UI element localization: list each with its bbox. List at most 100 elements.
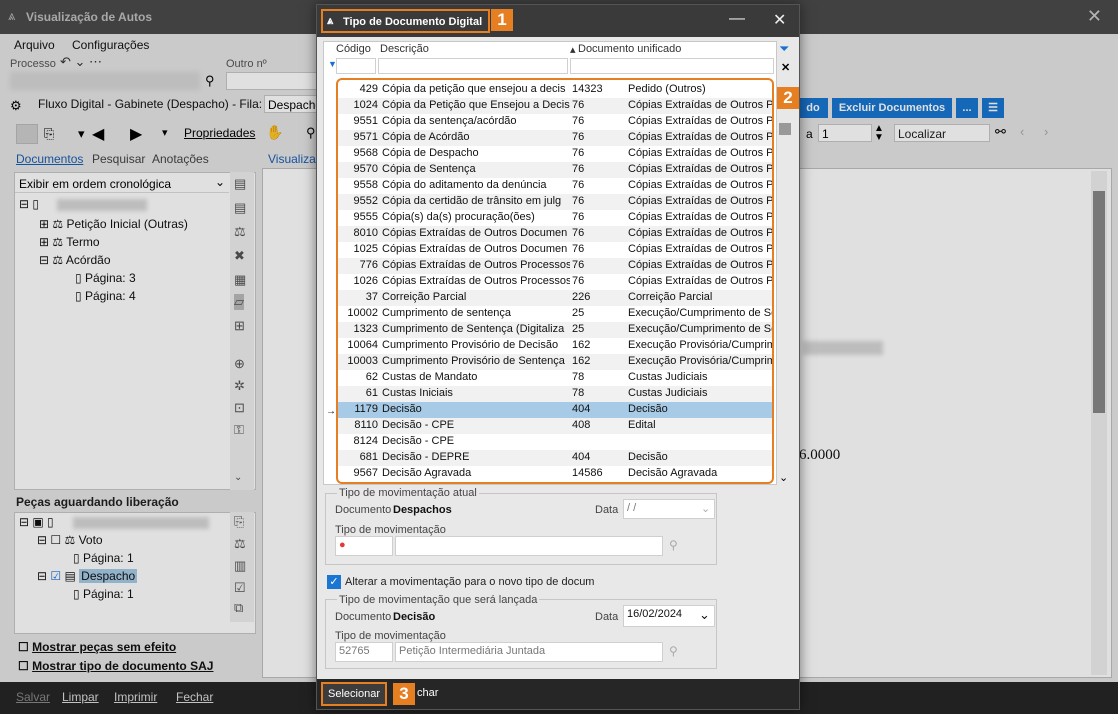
localizar-input[interactable]: Localizar bbox=[894, 124, 990, 142]
pecas-root-icon[interactable]: ⊟ ▣ ▯ bbox=[19, 515, 54, 529]
table-row[interactable]: 61 Custas Iniciais 78 Custas Judiciais bbox=[338, 386, 772, 402]
table-row[interactable]: 10002 Cumprimento de sentença 25 Execução/C… bbox=[338, 306, 772, 322]
lock-icon[interactable]: ⚿ bbox=[234, 422, 244, 438]
pecas-action-3[interactable]: ▥ bbox=[234, 558, 246, 574]
menu-configuracoes[interactable]: Configurações bbox=[72, 38, 149, 52]
pecas-item-voto[interactable]: ⊟ ☐ ⚖ Voto bbox=[37, 533, 103, 547]
filter-codigo[interactable] bbox=[336, 58, 376, 74]
tab-anotacoes[interactable]: Anotações bbox=[152, 152, 209, 166]
action-icon-6[interactable]: ⊞ bbox=[234, 318, 245, 334]
atual-mov-search-icon[interactable]: ⚲ bbox=[669, 538, 678, 552]
table-row[interactable]: 9570 Cópia de Sentença 76 Cópias Extraídas … bbox=[338, 162, 772, 178]
selecionar-button[interactable]: Selecionar bbox=[321, 682, 387, 706]
table-row[interactable]: 8110 Decisão - CPE 408 Edital bbox=[338, 418, 772, 434]
scroll-down-icon[interactable]: ⌄ bbox=[234, 472, 242, 483]
search-icon[interactable]: ⚲ bbox=[205, 73, 215, 89]
chevron-down-icon[interactable]: ⌄ bbox=[215, 175, 225, 189]
hand-icon[interactable]: ✋ bbox=[266, 124, 283, 141]
tree-item-acordao[interactable]: ⊟ ⚖ Acórdão bbox=[39, 253, 111, 267]
table-row[interactable]: 429 Cópia da petição que ensejou a decis 1… bbox=[338, 82, 772, 98]
nova-mov-code-input[interactable]: 52765 bbox=[335, 642, 393, 662]
table-row[interactable]: 681 Decisão - DEPRE 404 Decisão bbox=[338, 450, 772, 466]
col-descricao[interactable]: Descrição bbox=[380, 43, 429, 55]
pecas-item-despacho[interactable]: ⊟ ☑ ▤ Despacho bbox=[37, 569, 138, 583]
doc-scrollbar[interactable] bbox=[1091, 171, 1107, 675]
fila-select[interactable]: Despacho bbox=[264, 95, 322, 113]
table-row[interactable]: 776 Cópias Extraídas de Outros Processos 7… bbox=[338, 258, 772, 274]
atual-data-chevron-icon[interactable]: ⌄ bbox=[701, 502, 710, 515]
table-row[interactable]: 8124 Decisão - CPE bbox=[338, 434, 772, 450]
tab-visualizacao[interactable]: Visualizaç bbox=[268, 152, 322, 166]
nova-data-chevron-icon[interactable]: ⌄ bbox=[699, 607, 710, 623]
action-icon-4[interactable]: ✖ bbox=[234, 248, 245, 264]
nova-mov-desc-input[interactable]: Petição Intermediária Juntada bbox=[395, 642, 663, 662]
processo-input[interactable] bbox=[10, 72, 200, 90]
prev-result-icon[interactable]: ‹ bbox=[1020, 124, 1024, 139]
action-icon-8[interactable]: ✲ bbox=[234, 378, 245, 394]
col-codigo[interactable]: Código bbox=[336, 43, 371, 55]
tab-documentos[interactable]: Documentos bbox=[16, 152, 83, 166]
table-row[interactable]: 1024 Cópia da Petição que Ensejou a Decis… bbox=[338, 98, 772, 114]
dialog-close-icon[interactable]: ✕ bbox=[773, 10, 786, 30]
action-icon-1[interactable]: ▤ bbox=[234, 176, 246, 192]
alterar-checkbox[interactable]: ✓ bbox=[327, 575, 341, 589]
next-dropdown-icon[interactable]: ▾ bbox=[162, 126, 168, 139]
mostrar-sem-efeito-checkbox[interactable]: ☐ Mostrar peças sem efeito bbox=[18, 640, 176, 654]
more-button[interactable]: ... bbox=[956, 98, 978, 118]
grid-scroll-down-icon[interactable]: ⌄ bbox=[779, 471, 788, 484]
table-row[interactable]: 10064 Cumprimento Provisório de Decisão 16… bbox=[338, 338, 772, 354]
zoom-icon[interactable]: ⚲ bbox=[306, 125, 316, 141]
doc-view-button[interactable] bbox=[16, 124, 38, 144]
outro-input[interactable] bbox=[226, 72, 318, 90]
table-row[interactable]: 9552 Cópia da certidão de trânsito em jul… bbox=[338, 194, 772, 210]
nova-mov-search-icon[interactable]: ⚲ bbox=[669, 644, 678, 658]
pecas-item-pagina1b[interactable]: ▯ Página: 1 bbox=[73, 587, 134, 601]
salvar-button[interactable]: Salvar bbox=[16, 690, 50, 704]
grid-scrollbar-thumb[interactable] bbox=[779, 123, 791, 135]
menu-arquivo[interactable]: Arquivo bbox=[14, 38, 55, 52]
tree-item-pagina4[interactable]: ▯ Página: 4 bbox=[75, 289, 136, 303]
tree-item-peticao[interactable]: ⊞ ⚖ Petição Inicial (Outras) bbox=[39, 217, 188, 231]
page-stepper-icon[interactable]: ▲ ▼ bbox=[874, 124, 884, 143]
col-unificado[interactable]: Documento unificado bbox=[578, 43, 681, 55]
pecas-action-5[interactable]: ⧉ bbox=[234, 600, 243, 616]
binoculars-icon[interactable]: ⚯ bbox=[995, 124, 1006, 140]
table-row[interactable]: 10003 Cumprimento Provisório de Sentença 1… bbox=[338, 354, 772, 370]
tree-item-termo[interactable]: ⊞ ⚖ Termo bbox=[39, 235, 100, 249]
action-icon-3[interactable]: ⚖ bbox=[234, 224, 246, 240]
table-row[interactable]: 62 Custas de Mandato 78 Custas Judiciais bbox=[338, 370, 772, 386]
imprimir-button[interactable]: Imprimir bbox=[114, 690, 157, 704]
note-icon[interactable]: ▱ bbox=[234, 294, 244, 310]
main-close-icon[interactable]: ✕ bbox=[1087, 6, 1102, 27]
action-icon-7[interactable]: ⊕ bbox=[234, 356, 245, 372]
undo-icon[interactable]: ↶ ⌄ ⋯ bbox=[60, 54, 102, 70]
clear-filter-icon[interactable]: ⏷ bbox=[779, 41, 789, 57]
table-row[interactable]: 9567 Decisão Agravada 14586 Decisão Agravad… bbox=[338, 466, 772, 482]
action-icon-9[interactable]: ⊡ bbox=[234, 400, 245, 416]
doc-scrollbar-thumb[interactable] bbox=[1093, 191, 1105, 413]
table-row[interactable]: 9568 Cópia de Despacho 76 Cópias Extraídas … bbox=[338, 146, 772, 162]
next-arrow-icon[interactable]: ▶ bbox=[130, 124, 142, 144]
pecas-action-4[interactable]: ☑ bbox=[234, 580, 246, 596]
table-row[interactable]: 1026 Cópias Extraídas de Outros Processos… bbox=[338, 274, 772, 290]
table-row[interactable]: 1025 Cópias Extraídas de Outros Documen 76… bbox=[338, 242, 772, 258]
prev-arrow-icon[interactable]: ◀ bbox=[92, 124, 104, 144]
pecas-action-2[interactable]: ⚖ bbox=[234, 536, 246, 552]
page-input[interactable]: 1 bbox=[818, 124, 872, 142]
table-row[interactable]: 1323 Cumprimento de Sentença (Digitaliza 2… bbox=[338, 322, 772, 338]
minimize-icon[interactable]: — bbox=[729, 10, 745, 28]
fechar-button[interactable]: Fechar bbox=[176, 690, 213, 704]
table-row[interactable]: 1179 Decisão 404 Decisão bbox=[338, 402, 772, 418]
limpar-button[interactable]: Limpar bbox=[62, 690, 99, 704]
partial-blue-button[interactable]: do bbox=[798, 98, 828, 118]
pecas-action-1[interactable]: ⎘ bbox=[234, 514, 244, 530]
table-row[interactable]: 9555 Cópia(s) da(s) procuração(ões) 76 Cópi… bbox=[338, 210, 772, 226]
next-result-icon[interactable]: › bbox=[1044, 124, 1048, 139]
close-filter-icon[interactable]: ✕ bbox=[781, 61, 790, 74]
table-row[interactable]: 37 Correição Parcial 226 Correição Parcial bbox=[338, 290, 772, 306]
excluir-documentos-button[interactable]: Excluir Documentos bbox=[832, 98, 952, 118]
order-select[interactable]: Exibir em ordem cronológica bbox=[15, 175, 229, 193]
atual-mov-code-input[interactable]: ● bbox=[335, 536, 393, 556]
menu-dropdown-icon[interactable]: ☰ bbox=[982, 98, 1004, 118]
pages-icon[interactable]: ⎘ bbox=[44, 126, 54, 142]
